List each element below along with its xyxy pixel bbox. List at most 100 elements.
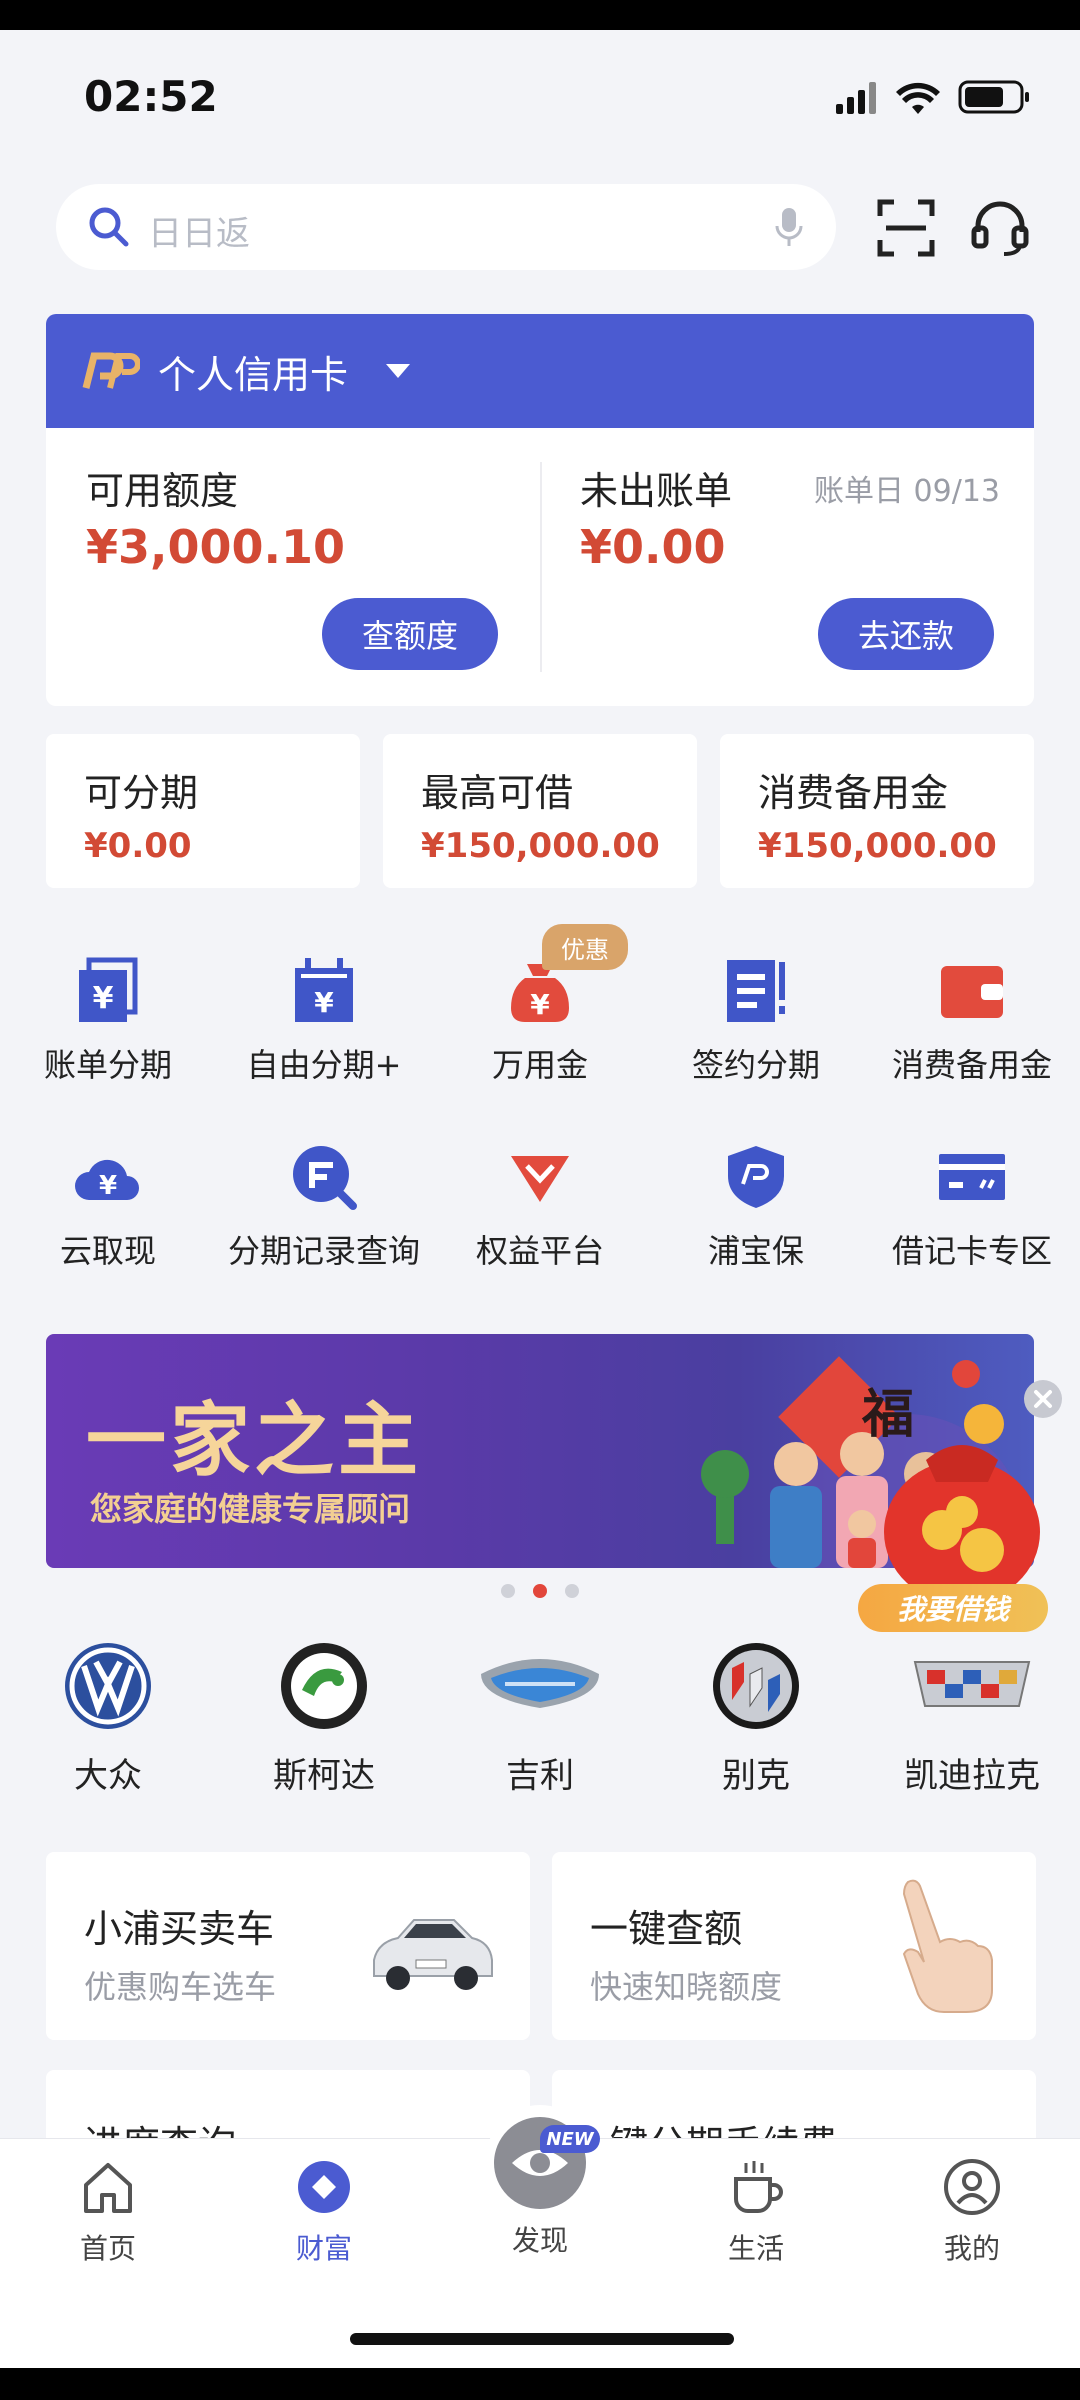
bill-installment-item[interactable]: ¥ 账单分期 — [0, 956, 216, 1106]
page-dot — [565, 1584, 579, 1598]
diamond-icon — [511, 1156, 569, 1202]
tab-discover[interactable]: 发现 — [432, 2103, 648, 2259]
top-frame-bar — [0, 0, 1080, 30]
grid-label: 签约分期 — [691, 1046, 820, 1084]
customer-service-icon[interactable] — [970, 198, 1030, 258]
brand-skoda[interactable]: 斯柯达 — [224, 1640, 424, 1797]
shield-icon — [728, 1146, 784, 1208]
tab-home[interactable]: 首页 — [0, 2157, 216, 2267]
pubaobao-item[interactable]: 浦宝保 — [648, 1142, 864, 1292]
bank-card-icon — [939, 1154, 1005, 1200]
brand-geely[interactable]: 吉利 — [440, 1640, 640, 1797]
mini-card-value: ¥150,000.00 — [758, 826, 997, 866]
search-placeholder: 日日返 — [148, 214, 250, 254]
cloud-cash-item[interactable]: ¥ 云取现 — [0, 1142, 216, 1292]
document-icon — [727, 960, 785, 1022]
wealth-icon — [298, 2161, 350, 2213]
unbilled-label: 未出账单 — [580, 469, 733, 513]
signed-installment-item[interactable]: 签约分期 — [648, 956, 864, 1106]
calendar-icon: ¥ — [295, 958, 353, 1022]
grid-label: 浦宝保 — [707, 1232, 804, 1270]
geely-logo-icon — [481, 1659, 599, 1708]
page-dot — [501, 1584, 515, 1598]
bottom-frame-bar — [0, 2368, 1080, 2400]
chevron-down-icon[interactable] — [384, 362, 412, 380]
page-dot-active — [533, 1584, 547, 1598]
user-icon — [944, 2159, 1000, 2215]
grid-label: 自由分期+ — [246, 1046, 402, 1084]
brand-label: 吉利 — [506, 1756, 574, 1796]
max-loan-card[interactable]: 最高可借 ¥150,000.00 — [383, 734, 697, 888]
installment-card[interactable]: 可分期 ¥0.00 — [46, 734, 360, 888]
universal-fund-item[interactable]: ¥ 万用金 — [432, 956, 648, 1106]
mini-card-value: ¥0.00 — [84, 826, 192, 866]
volkswagen-logo-icon — [65, 1643, 151, 1729]
skoda-logo-icon — [281, 1643, 367, 1729]
wifi-icon — [896, 82, 940, 114]
card-title: 个人信用卡 — [158, 353, 349, 397]
tab-label: 生活 — [727, 2232, 784, 2265]
grid-label: 消费备用金 — [891, 1046, 1052, 1084]
grid-label: 云取现 — [59, 1232, 156, 1270]
scan-icon[interactable] — [876, 198, 936, 258]
brand-volkswagen[interactable]: 大众 — [8, 1640, 208, 1797]
svg-text:¥: ¥ — [99, 1171, 117, 1201]
banner-title: 一家之主 — [86, 1394, 422, 1487]
service-title: 一键查额 — [590, 1907, 743, 1951]
status-icons — [836, 78, 1036, 118]
debit-card-zone-item[interactable]: 借记卡专区 — [864, 1142, 1080, 1292]
tab-life[interactable]: 生活 — [648, 2157, 864, 2267]
rights-platform-item[interactable]: 权益平台 — [432, 1142, 648, 1292]
magnifier-document-icon — [293, 1146, 357, 1210]
cadillac-logo-icon — [913, 1661, 1031, 1707]
available-credit-label: 可用额度 — [86, 469, 239, 513]
coffee-cup-icon — [734, 2161, 783, 2213]
svg-text:¥: ¥ — [93, 981, 114, 1016]
search-bar[interactable]: 日日返 — [56, 184, 836, 270]
brand-label: 斯柯达 — [273, 1756, 375, 1796]
new-badge: NEW — [540, 2125, 600, 2153]
quick-limit-card[interactable]: 一键查额 快速知晓额度 — [552, 1852, 1036, 2040]
free-installment-item[interactable]: ¥ 自由分期+ — [216, 956, 432, 1106]
brand-label: 凯迪拉克 — [904, 1756, 1040, 1796]
mini-card-title: 最高可借 — [421, 771, 574, 815]
borrow-cta-button[interactable]: 我要借钱 — [858, 1584, 1048, 1632]
tab-label: 我的 — [943, 2232, 1000, 2265]
grid-label: 权益平台 — [475, 1232, 604, 1270]
grid-label: 账单分期 — [43, 1046, 172, 1084]
card-header[interactable]: 个人信用卡 — [46, 314, 1034, 428]
car-trade-card[interactable]: 小浦买卖车 优惠购车选车 — [46, 1852, 530, 2040]
grid-label: 分期记录查询 — [227, 1232, 420, 1270]
brand-buick[interactable]: 别克 — [656, 1640, 856, 1797]
tab-wealth[interactable]: 财富 — [216, 2157, 432, 2267]
search-icon — [89, 207, 129, 247]
reserve-fund-card[interactable]: 消费备用金 ¥150,000.00 — [720, 734, 1034, 888]
tab-label: 首页 — [79, 2232, 136, 2265]
tab-label: 财富 — [295, 2232, 352, 2265]
credit-card-panel: 个人信用卡 可用额度 ¥3,000.10 查额度 未出账单 账单日 09/13 … — [46, 314, 1034, 706]
service-title: 小浦买卖车 — [84, 1907, 275, 1951]
brand-label: 别克 — [722, 1756, 790, 1796]
brand-cadillac[interactable]: 凯迪拉克 — [872, 1640, 1072, 1797]
discover-icon — [486, 2105, 594, 2213]
mini-card-title: 可分期 — [84, 771, 199, 815]
cloud-icon: ¥ — [75, 1159, 139, 1201]
installment-records-item[interactable]: 分期记录查询 — [216, 1142, 432, 1292]
bill-date: 账单日 09/13 — [814, 474, 1000, 509]
battery-icon — [958, 80, 1029, 114]
available-credit-amount: ¥3,000.10 — [86, 520, 345, 574]
microphone-icon[interactable] — [774, 206, 804, 248]
svg-text:¥: ¥ — [530, 988, 550, 1021]
svg-text:¥: ¥ — [314, 986, 334, 1019]
promo-badge: 优惠 — [542, 924, 628, 970]
check-limit-button[interactable]: 查额度 — [322, 598, 498, 670]
repay-button[interactable]: 去还款 — [818, 598, 994, 670]
bottom-nav: 首页 财富 发现 NEW 生活 我的 — [0, 2105, 1080, 2369]
car-image-icon — [373, 1919, 493, 1990]
bank-logo-icon — [82, 352, 140, 389]
consumer-reserve-item[interactable]: 消费备用金 — [864, 956, 1080, 1106]
buick-logo-icon — [713, 1643, 799, 1729]
tab-label: 发现 — [511, 2224, 568, 2257]
tab-mine[interactable]: 我的 — [864, 2157, 1080, 2267]
status-time: 02:52 — [84, 72, 218, 121]
